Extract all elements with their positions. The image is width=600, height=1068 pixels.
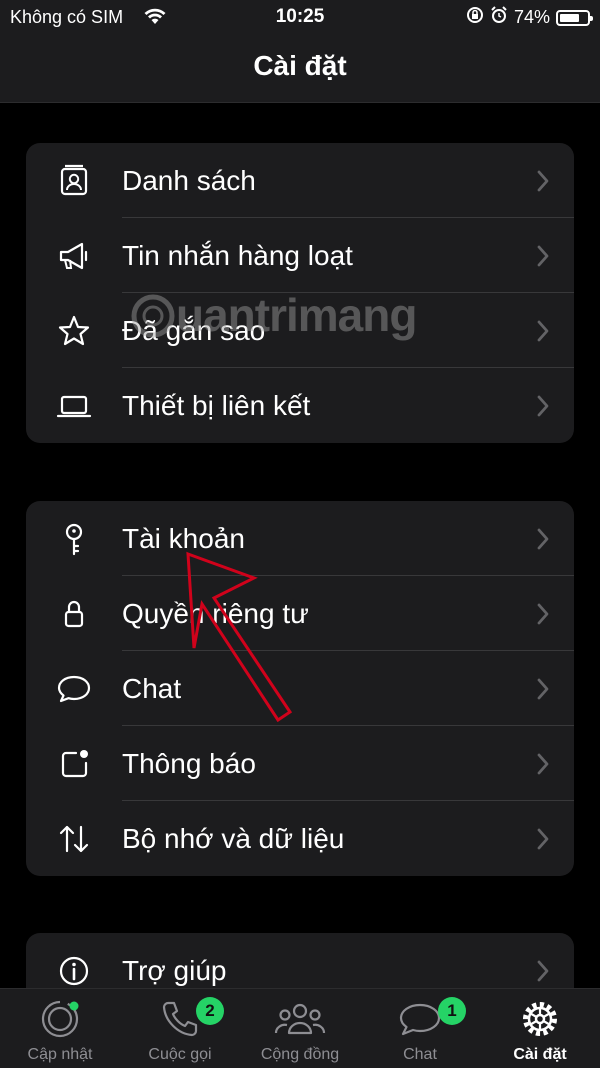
settings-group-2: Tài khoản Quyền riêng tư Chat Thông báo … bbox=[26, 501, 574, 876]
settings-group-3: Trợ giúp bbox=[26, 933, 574, 988]
calls-badge: 2 bbox=[196, 997, 224, 1025]
settings-row-linked-devices[interactable]: Thiết bị liên kết bbox=[26, 368, 574, 443]
settings-row-label: Thông báo bbox=[122, 748, 256, 779]
chat-icon bbox=[394, 997, 446, 1046]
settings-row-label: Quyền riêng tư bbox=[122, 598, 309, 629]
notification-icon bbox=[56, 746, 92, 782]
alarm-icon bbox=[490, 6, 508, 29]
star-icon bbox=[56, 313, 92, 349]
page-title: Cài đặt bbox=[253, 50, 347, 81]
battery-fill bbox=[560, 13, 580, 22]
settings-row-storage[interactable]: Bộ nhớ và dữ liệu bbox=[26, 801, 574, 876]
status-bar: Không có SIM 10:25 74% bbox=[0, 0, 600, 36]
chevron-right-icon bbox=[536, 169, 550, 198]
chevron-right-icon bbox=[536, 602, 550, 631]
settings-row-label: Tin nhắn hàng loạt bbox=[122, 240, 353, 271]
lock-icon bbox=[56, 596, 92, 632]
tab-bar: Cập nhật 2 Cuộc gọi Cộng đồng 1 Chat Cài… bbox=[0, 988, 600, 1068]
settings-row-privacy[interactable]: Quyền riêng tư bbox=[26, 576, 574, 651]
tab-communities[interactable]: Cộng đồng bbox=[240, 989, 360, 1068]
tab-settings[interactable]: Cài đặt bbox=[480, 989, 600, 1068]
community-icon bbox=[272, 997, 328, 1046]
chevron-right-icon bbox=[536, 394, 550, 423]
chevron-right-icon bbox=[536, 244, 550, 273]
tab-label: Cộng đồng bbox=[260, 1046, 340, 1063]
settings-row-broadcast[interactable]: Tin nhắn hàng loạt bbox=[26, 218, 574, 293]
chevron-right-icon bbox=[536, 959, 550, 988]
chevron-right-icon bbox=[536, 752, 550, 781]
chevron-right-icon bbox=[536, 527, 550, 556]
contact-list-icon bbox=[56, 163, 92, 199]
settings-row-account[interactable]: Tài khoản bbox=[26, 501, 574, 576]
battery-percent: 74% bbox=[513, 7, 550, 27]
tab-label: Chat bbox=[403, 1046, 437, 1063]
settings-row-notifications[interactable]: Thông báo bbox=[26, 726, 574, 801]
status-icon bbox=[38, 997, 82, 1046]
laptop-icon bbox=[56, 388, 92, 424]
settings-row-help[interactable]: Trợ giúp bbox=[26, 933, 574, 988]
phone-icon bbox=[158, 997, 202, 1046]
key-icon bbox=[56, 521, 92, 557]
megaphone-icon bbox=[56, 238, 92, 274]
tab-chats[interactable]: 1 Chat bbox=[360, 989, 480, 1068]
settings-group-1: Danh sách Tin nhắn hàng loạt Đã gắn sao … bbox=[26, 143, 574, 443]
settings-row-starred[interactable]: Đã gắn sao bbox=[26, 293, 574, 368]
chats-badge: 1 bbox=[438, 997, 466, 1025]
chat-bubble-icon bbox=[56, 671, 92, 707]
settings-row-label: Đã gắn sao bbox=[122, 315, 266, 346]
tab-label: Cài đặt bbox=[513, 1046, 567, 1063]
settings-row-label: Trợ giúp bbox=[122, 955, 227, 986]
orientation-lock-icon bbox=[466, 6, 484, 29]
settings-gear-icon bbox=[518, 997, 562, 1046]
storage-arrows-icon bbox=[56, 821, 92, 857]
settings-row-chat[interactable]: Chat bbox=[26, 651, 574, 726]
tab-calls[interactable]: 2 Cuộc gọi bbox=[120, 989, 240, 1068]
settings-row-label: Danh sách bbox=[122, 165, 256, 196]
settings-row-label: Chat bbox=[122, 673, 182, 704]
settings-row-lists[interactable]: Danh sách bbox=[26, 143, 574, 218]
settings-row-label: Thiết bị liên kết bbox=[122, 390, 311, 421]
battery-icon bbox=[556, 9, 593, 26]
info-icon bbox=[56, 953, 92, 988]
settings-row-label: Bộ nhớ và dữ liệu bbox=[122, 823, 345, 854]
tab-label: Cập nhật bbox=[27, 1046, 93, 1063]
chevron-right-icon bbox=[536, 319, 550, 348]
navigation-bar: Cài đặt bbox=[0, 36, 600, 103]
settings-row-label: Tài khoản bbox=[122, 523, 245, 554]
tab-updates[interactable]: Cập nhật bbox=[0, 989, 120, 1068]
chevron-right-icon bbox=[536, 677, 550, 706]
chevron-right-icon bbox=[536, 827, 550, 856]
tab-label: Cuộc gọi bbox=[148, 1046, 212, 1063]
